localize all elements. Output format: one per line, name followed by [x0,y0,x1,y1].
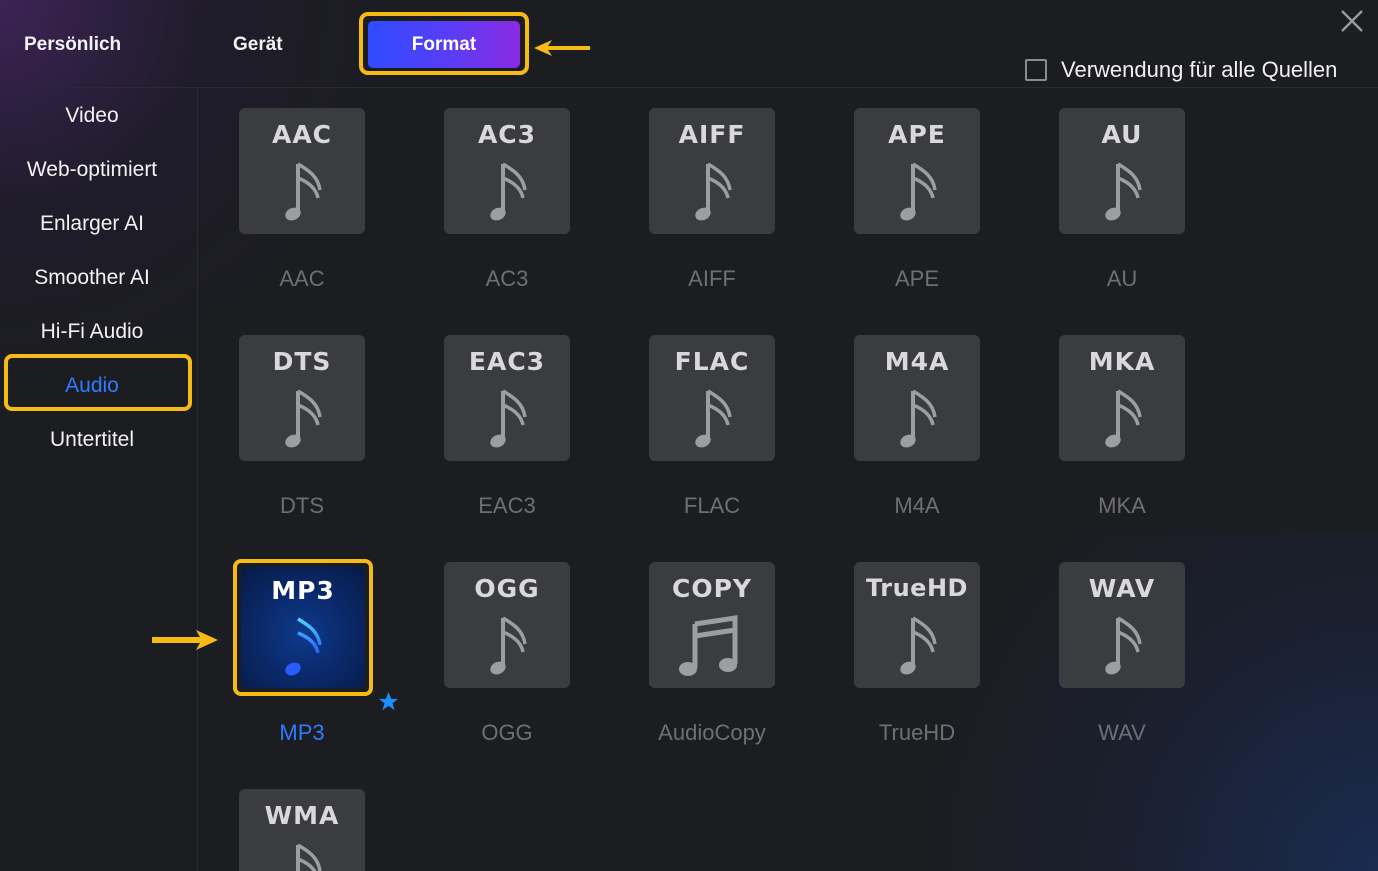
format-tile-title: WMA [264,801,340,830]
apply-all-option[interactable]: Verwendung für alle Quellen [1025,57,1337,83]
format-tile-title: MP3 [271,576,335,605]
format-tile-title: AU [1101,120,1143,149]
arrow-left-icon [534,40,590,56]
format-label: MKA [1098,493,1146,518]
format-label: AAC [279,266,325,291]
apply-all-checkbox[interactable] [1025,59,1047,81]
format-tile-au[interactable]: AU [1059,108,1185,234]
format-label-selected: MP3 [279,720,325,745]
close-icon[interactable] [1339,8,1365,34]
header-bar: Persönlich Gerät Format Verwendung für a… [0,0,1378,88]
format-tile-title: MKA [1088,347,1156,376]
music-note-icon [1105,616,1142,675]
music-note-icon [285,162,322,221]
format-tile-aac[interactable]: AAC [239,108,365,234]
music-note-icon [1105,162,1142,221]
format-tile-mp3[interactable]: MP3 [241,567,365,688]
format-tile-title: DTS [272,347,332,376]
format-tile-title: COPY [671,574,753,603]
format-tile-ac3[interactable]: AC3 [444,108,570,234]
format-label: WAV [1098,720,1146,745]
format-label: M4A [894,493,940,518]
format-label: DTS [280,493,324,518]
music-note-icon [695,162,732,221]
music-note-icon [490,616,527,675]
music-note-icon [1105,389,1142,448]
format-tile-copy[interactable]: COPY [649,562,775,688]
star-icon [378,691,399,711]
music-note-icon [900,162,937,221]
tab-device[interactable]: Gerät [233,34,283,56]
category-sidebar: Video Web-optimiert Enlarger AI Smoother… [0,88,198,871]
format-tile-title: OGG [474,574,540,603]
format-tile-ape[interactable]: APE [854,108,980,234]
format-tile-aiff[interactable]: AIFF [649,108,775,234]
format-label: AC3 [485,266,529,291]
format-label: EAC3 [478,493,536,518]
format-tile-title: WAV [1088,574,1156,603]
format-label: FLAC [683,493,741,518]
music-note-icon [900,389,937,448]
format-label: AU [1106,266,1138,291]
format-tile-title: APE [888,120,946,149]
format-tile-title: M4A [884,347,950,376]
sidebar-item-enlarger-ai[interactable]: Enlarger AI [0,206,184,242]
tab-personal[interactable]: Persönlich [24,34,121,56]
music-note-icon [285,389,322,448]
format-label: TrueHD [878,720,956,745]
format-tile-title: EAC3 [468,347,546,376]
apply-all-label: Verwendung für alle Quellen [1061,57,1338,82]
format-tile-wma[interactable]: WMA [239,789,365,871]
sidebar-item-smoother-ai[interactable]: Smoother AI [0,260,184,296]
sidebar-item-subtitles[interactable]: Untertitel [0,422,184,458]
format-tile-eac3[interactable]: EAC3 [444,335,570,461]
format-tile-title: AIFF [678,120,746,149]
format-tile-mka[interactable]: MKA [1059,335,1185,461]
music-note-icon [296,843,322,871]
format-tile-ogg[interactable]: OGG [444,562,570,688]
format-label: AIFF [688,266,736,291]
format-tile-dts[interactable]: DTS [239,335,365,461]
format-tile-wav[interactable]: WAV [1059,562,1185,688]
music-note-icon [490,162,527,221]
format-tile-m4a[interactable]: M4A [854,335,980,461]
music-note-icon [900,616,937,675]
sidebar-item-hifi-audio[interactable]: Hi-Fi Audio [0,314,184,350]
sidebar-item-video[interactable]: Video [0,98,184,134]
format-tile-title: AC3 [477,120,537,149]
sidebar-item-audio[interactable]: Audio [0,368,184,404]
format-label: APE [894,266,940,291]
music-note-icon [695,389,732,448]
sidebar-item-web-optimized[interactable]: Web-optimiert [0,152,184,188]
format-label: AudioCopy [658,720,766,745]
arrow-right-icon [152,630,218,650]
format-label: OGG [481,720,533,745]
format-tile-truehd[interactable]: TrueHD [854,562,980,688]
format-tile-title: TrueHD [866,574,968,602]
format-tile-title: AAC [271,120,333,149]
format-tile-title: FLAC [674,347,750,376]
double-note-icon [679,615,738,676]
music-note-icon [285,617,322,676]
format-tile-flac[interactable]: FLAC [649,335,775,461]
music-note-icon [490,389,527,448]
tab-format[interactable]: Format [368,21,520,68]
